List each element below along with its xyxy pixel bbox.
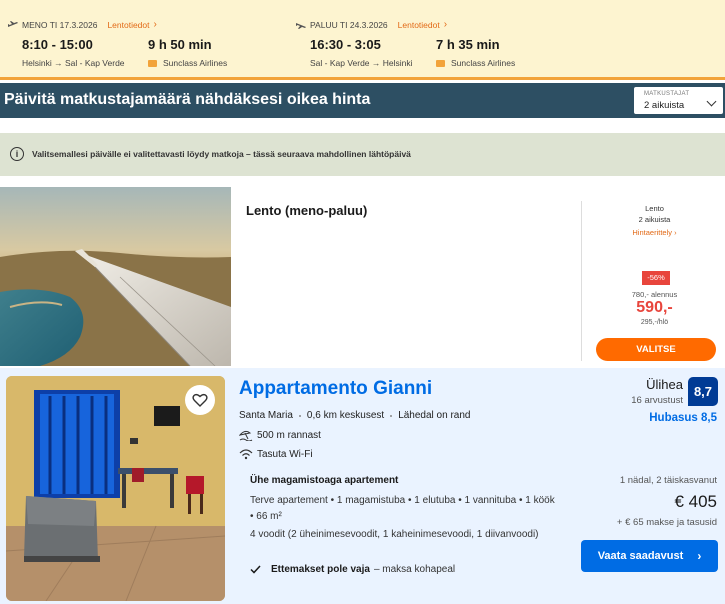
room-description: Terve apartement • 1 magamistuba • 1 elu… bbox=[250, 495, 555, 522]
airline-logo-icon bbox=[436, 59, 445, 67]
chevron-right-icon: › bbox=[153, 19, 157, 30]
info-notice: i Valitsemallesi päivälle ei valitettava… bbox=[0, 133, 725, 176]
return-route: Sal - Kap Verde → Helsinki bbox=[310, 58, 413, 68]
passengers-value: 2 aikuista bbox=[644, 100, 685, 111]
separator-dot bbox=[390, 414, 393, 417]
notice-text: Valitsemallesi päivälle ei valitettavast… bbox=[32, 149, 411, 159]
bed-info: 4 voodit (2 üheinimesevoodit, 1 kaheinim… bbox=[250, 529, 539, 540]
return-airline-name: Sunclass Airlines bbox=[451, 58, 516, 68]
wifi-label: Tasuta Wi-Fi bbox=[257, 448, 313, 460]
price-details-link[interactable]: Hintaerittely › bbox=[584, 228, 725, 237]
outbound-airline-name: Sunclass Airlines bbox=[163, 58, 228, 68]
outbound-details-link[interactable]: Lentotiedot bbox=[107, 20, 149, 30]
chevron-right-icon: › bbox=[674, 228, 677, 237]
outbound-route: Helsinki → Sal - Kap Verde bbox=[22, 58, 125, 68]
prepay-bold: Ettemakset pole vaja bbox=[271, 564, 370, 575]
hotel-name-link[interactable]: Appartamento Gianni bbox=[239, 378, 432, 400]
flight-card: Lento (meno-paluu) Lento 2 aikuista Hint… bbox=[0, 187, 725, 366]
outbound-times: 8:10 - 15:00 bbox=[22, 37, 93, 52]
wifi-row: Tasuta Wi-Fi bbox=[239, 448, 313, 460]
info-icon: i bbox=[10, 147, 24, 161]
see-availability-label: Vaata saadavust bbox=[597, 550, 684, 562]
beach-distance: 500 m rannast bbox=[257, 429, 321, 441]
return-details-link[interactable]: Lentotiedot bbox=[398, 20, 440, 30]
checkmark-icon bbox=[250, 565, 261, 574]
chevron-right-icon: › bbox=[443, 19, 448, 30]
stay-info: 1 nädal, 2 täiskasvanut bbox=[619, 475, 717, 486]
select-button[interactable]: VALITSE bbox=[596, 338, 716, 361]
passengers-select[interactable]: MATKUSTAJAT 2 aikuista bbox=[634, 87, 723, 114]
price-per-person: 295,-/hlö bbox=[640, 319, 669, 326]
distance-center: 0,6 km keskusest bbox=[306, 410, 385, 421]
wifi-icon bbox=[239, 449, 253, 460]
price-passengers: 2 aikuista bbox=[638, 215, 671, 224]
update-bar-title: Päivitä matkustajamäärä nähdäksesi oikea… bbox=[4, 91, 371, 108]
room-title: Ühe magamistoaga apartement bbox=[250, 475, 399, 486]
beach-near: Lähedal on rand bbox=[398, 410, 471, 421]
flight-card-title: Lento (meno-paluu) bbox=[246, 203, 368, 218]
price-details-link-label: Hintaerittely bbox=[632, 228, 672, 237]
hotel-price: € 405 bbox=[674, 492, 717, 511]
old-price: 780,- alennus bbox=[631, 290, 678, 299]
return-leg-header: PALUU TI 24.3.2026 Lentotiedot › bbox=[296, 19, 447, 30]
tax-info: + € 65 makse ja tasusid bbox=[616, 517, 717, 528]
review-score-badge: 8,7 bbox=[688, 377, 718, 406]
hotel-card: Appartamento Gianni Santa Maria 0,6 km k… bbox=[0, 368, 725, 604]
passenger-update-bar: Päivitä matkustajamäärä nähdäksesi oikea… bbox=[0, 83, 725, 118]
outbound-duration: 9 h 50 min bbox=[148, 37, 212, 52]
discount-badge: -56% bbox=[642, 271, 670, 285]
subscore: Hubasus 8,5 bbox=[649, 412, 717, 424]
prepay-rest: – maksa kohapeal bbox=[373, 564, 456, 575]
chevron-down-icon bbox=[706, 96, 717, 107]
return-times: 16:30 - 3:05 bbox=[310, 37, 381, 52]
flight-price-panel: Lento 2 aikuista Hintaerittely › -56% 78… bbox=[584, 187, 725, 366]
beach-distance-row: 500 m rannast bbox=[239, 429, 321, 441]
outbound-leg: MENO TI 17.3.2026 Lentotiedot › 8:10 - 1… bbox=[8, 0, 288, 80]
return-duration: 7 h 35 min bbox=[436, 37, 500, 52]
review-count: 16 arvustust bbox=[631, 395, 683, 406]
return-leg: PALUU TI 24.3.2026 Lentotiedot › 16:30 -… bbox=[296, 0, 596, 80]
see-availability-button[interactable]: Vaata saadavust › bbox=[581, 540, 718, 572]
airline-logo-icon bbox=[148, 59, 157, 67]
flight-summary-header: MENO TI 17.3.2026 Lentotiedot › 8:10 - 1… bbox=[0, 0, 725, 80]
plane-arrival-icon bbox=[296, 22, 306, 29]
flight-price: 590,- bbox=[636, 299, 673, 316]
card-divider bbox=[581, 201, 582, 361]
outbound-airline: Sunclass Airlines bbox=[148, 58, 227, 68]
separator-dot bbox=[298, 414, 301, 417]
passengers-label: MATKUSTAJAT bbox=[644, 91, 690, 97]
hotel-location-row: Santa Maria 0,6 km keskusest Lähedal on … bbox=[239, 410, 470, 421]
airplane-wing-image bbox=[0, 187, 231, 366]
prepayment-info: Ettemakset pole vaja – maksa kohapeal bbox=[250, 564, 455, 575]
hotel-location[interactable]: Santa Maria bbox=[239, 410, 293, 421]
plane-departure-icon bbox=[8, 20, 18, 27]
chevron-right-icon: › bbox=[697, 549, 702, 563]
return-airline: Sunclass Airlines bbox=[436, 58, 515, 68]
return-date-label: PALUU TI 24.3.2026 bbox=[310, 19, 388, 30]
outbound-leg-header: MENO TI 17.3.2026 Lentotiedot › bbox=[8, 19, 157, 30]
rating-word: Ülihea bbox=[646, 377, 683, 392]
outbound-date-label: MENO TI 17.3.2026 bbox=[22, 19, 98, 30]
beach-umbrella-icon bbox=[239, 430, 253, 441]
price-type: Lento bbox=[645, 204, 664, 213]
favorite-button[interactable] bbox=[185, 385, 215, 415]
heart-icon bbox=[192, 393, 208, 407]
